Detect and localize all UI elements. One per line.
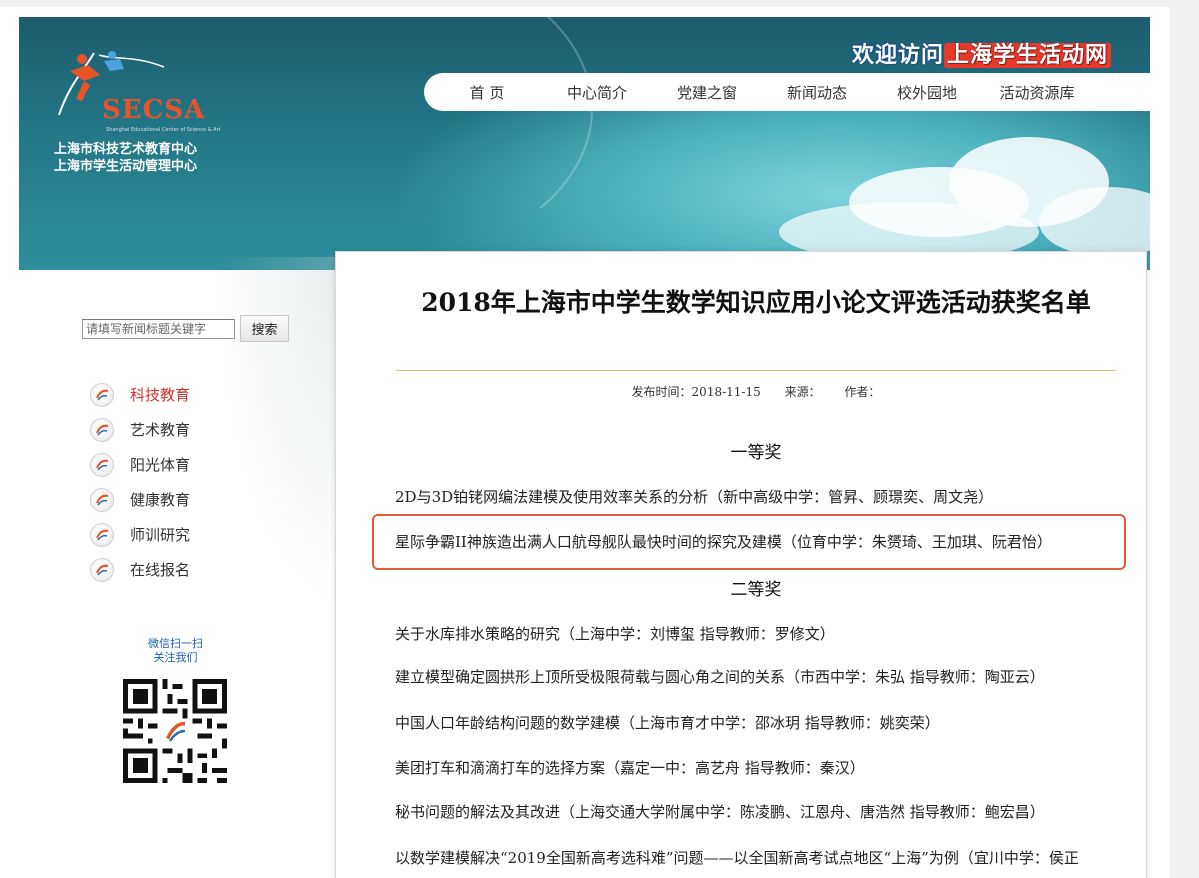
wechat-qr-code-icon [123, 679, 227, 783]
article-source: 来源： [784, 385, 821, 399]
logo-subtext: Shanghai Educational Center of Science &… [106, 127, 221, 133]
sidebar-item-art[interactable]: 艺术教育 [90, 412, 190, 447]
nav-party[interactable]: 党建之窗 [652, 82, 762, 103]
org-name-2: 上海市学生活动管理中心 [54, 159, 198, 174]
sidebar-menu: 科技教育 艺术教育 阳光体育 健康教育 师训研究 在线报名 [90, 377, 190, 587]
welcome-site-name: 上海学生活动网 [944, 43, 1112, 68]
nav-home[interactable]: 首 页 [432, 82, 542, 103]
article-author: 作者： [844, 385, 881, 399]
menu-bullet-icon [90, 487, 114, 512]
search-input[interactable] [82, 318, 235, 339]
second-prize-heading: 二等奖 [730, 580, 782, 600]
article-title: 2018年上海市中学生数学知识应用小论文评选活动获奖名单 [421, 288, 1091, 317]
sidebar-item-label: 科技教育 [130, 386, 191, 404]
search-button[interactable]: 搜索 [240, 315, 289, 342]
sidebar-item-health[interactable]: 健康教育 [90, 482, 190, 517]
publish-date: 发布时间：2018-11-15 [631, 385, 761, 399]
welcome-prefix: 欢迎访问 [852, 43, 945, 68]
award-entry: 建立模型确定圆拱形上顶所受极限荷载与圆心角之间的关系（市西中学：朱弘 指导教师：… [395, 668, 1045, 686]
menu-bullet-icon [90, 522, 114, 547]
organization-names: 上海市科技艺术教育中心 上海市学生活动管理中心 [54, 141, 197, 175]
first-prize-heading: 一等奖 [730, 443, 782, 463]
sidebar-decoration [205, 257, 345, 637]
sidebar-item-training[interactable]: 师训研究 [90, 517, 190, 552]
sidebar-item-label: 阳光体育 [130, 456, 191, 474]
org-name-1: 上海市科技艺术教育中心 [54, 142, 198, 157]
sidebar-item-label: 艺术教育 [130, 421, 191, 439]
menu-bullet-icon [90, 417, 114, 442]
site-header: SECSA Shanghai Educational Center of Sci… [19, 17, 1150, 270]
nav-resources[interactable]: 活动资源库 [982, 82, 1092, 103]
page: SECSA Shanghai Educational Center of Sci… [0, 7, 1170, 878]
nav-news[interactable]: 新闻动态 [762, 82, 872, 103]
award-entry: 以数学建模解决“2019全国新高考选科难”问题——以全国新高考试点地区“上海”为… [395, 849, 1079, 867]
menu-bullet-icon [90, 452, 114, 477]
article-meta: 发布时间：2018-11-15 来源： 作者： [396, 383, 1116, 400]
wechat-follow-text: 微信扫一扫 关注我们 [123, 637, 228, 665]
sidebar-item-label: 在线报名 [130, 561, 191, 579]
wechat-line-1: 微信扫一扫 [148, 637, 203, 650]
main-nav: 首 页 中心简介 党建之窗 新闻动态 校外园地 活动资源库 [424, 73, 1150, 111]
article-panel: 2018年上海市中学生数学知识应用小论文评选活动获奖名单 发布时间：2018-1… [335, 251, 1147, 878]
sidebar-item-label: 健康教育 [130, 491, 191, 509]
news-search: 搜索 [82, 315, 289, 342]
sidebar-item-label: 师训研究 [130, 526, 191, 544]
nav-about[interactable]: 中心简介 [542, 82, 652, 103]
award-entry: 关于水库排水策略的研究（上海中学：刘博玺 指导教师：罗修文） [395, 625, 835, 643]
menu-bullet-icon [90, 557, 114, 582]
sidebar-item-sports[interactable]: 阳光体育 [90, 447, 190, 482]
award-entry: 美团打车和滴滴打车的选择方案（嘉定一中：高艺舟 指导教师：秦汉） [395, 759, 865, 777]
welcome-banner: 欢迎访问 上海学生活动网 [852, 37, 1112, 69]
sidebar-item-science[interactable]: 科技教育 [90, 377, 190, 412]
award-entry: 2D与3D铂铑网编法建模及使用效率关系的分析（新中高级中学：管昇、顾璟奕、周文尧… [395, 488, 994, 506]
logo-text: SECSA [102, 95, 206, 125]
award-entry: 秘书问题的解法及其改进（上海交通大学附属中学：陈凌鹏、江恩舟、唐浩然 指导教师：… [395, 803, 1045, 821]
sidebar-item-registration[interactable]: 在线报名 [90, 552, 190, 587]
award-entry: 中国人口年龄结构问题的数学建模（上海市育才中学：邵冰玥 指导教师：姚奕荣） [395, 714, 940, 732]
award-entry: 星际争霸II神族造出满人口航母舰队最快时间的探究及建模（位育中学：朱赟琦、王加琪… [395, 533, 1052, 551]
menu-bullet-icon [90, 382, 114, 407]
nav-campus[interactable]: 校外园地 [872, 82, 982, 103]
title-divider [396, 370, 1116, 371]
wechat-line-2: 关注我们 [153, 651, 198, 664]
